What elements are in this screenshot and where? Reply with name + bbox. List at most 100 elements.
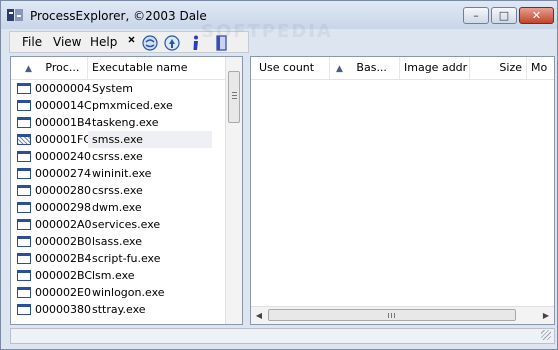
process-window-icon: [17, 253, 31, 264]
menu-view[interactable]: View: [53, 35, 81, 49]
column-header-image-addr-label: Image addr: [404, 61, 468, 74]
process-name: sttray.exe: [92, 303, 146, 316]
table-row[interactable]: 0000014C pmxmiced.exe: [11, 97, 225, 114]
process-id: 00000280: [35, 184, 91, 197]
process-window-icon: [17, 236, 31, 247]
table-row[interactable]: 00000298 dwm.exe: [11, 199, 225, 216]
process-window-icon: [17, 168, 31, 179]
process-window-icon: [17, 117, 31, 128]
table-row[interactable]: 00000004 System: [11, 80, 225, 97]
scroll-left-icon[interactable]: ◀: [251, 307, 267, 324]
maximize-icon: □: [498, 9, 510, 22]
process-list-header: ▲ Proc... Executable name: [11, 57, 242, 80]
process-window-icon: [17, 202, 31, 213]
process-name: smss.exe: [88, 131, 212, 148]
table-row[interactable]: 00000380 sttray.exe: [11, 301, 225, 318]
table-row[interactable]: 000002A0 services.exe: [11, 216, 225, 233]
column-header-size[interactable]: Size: [470, 57, 527, 79]
process-name: taskeng.exe: [92, 116, 159, 129]
process-name: dwm.exe: [92, 201, 142, 214]
process-name: script-fu.exe: [92, 252, 161, 265]
table-row[interactable]: 000002B4 script-fu.exe: [11, 250, 225, 267]
process-window-icon: [17, 134, 31, 145]
column-header-base[interactable]: ▲ Bas...: [330, 57, 400, 79]
process-name: winlogon.exe: [92, 286, 165, 299]
process-name: wininit.exe: [92, 167, 152, 180]
sort-ascending-icon: ▲: [336, 64, 343, 74]
column-header-use-count-label: Use count: [259, 61, 315, 74]
process-name: pmxmiced.exe: [92, 99, 173, 112]
process-window-icon: [17, 185, 31, 196]
process-window-icon: [17, 83, 31, 94]
column-header-image-addr[interactable]: Image addr: [400, 57, 470, 79]
process-rows: 00000004 System 0000014C pmxmiced.exe 000001…: [11, 80, 225, 318]
scroll-thumb[interactable]: [228, 71, 240, 123]
process-window-icon: [17, 304, 31, 315]
column-header-use-count[interactable]: Use count: [251, 57, 330, 79]
watermark: SOFTPEDIA: [201, 21, 333, 42]
app-window: ProcessExplorer, ©2003 Dale – □ ✕ File V…: [0, 0, 558, 350]
column-header-mo[interactable]: Mo: [527, 57, 554, 79]
vertical-scrollbar[interactable]: [225, 57, 242, 324]
horizontal-scroll-thumb[interactable]: [268, 309, 516, 321]
process-id: 000002E0: [35, 286, 91, 299]
window-title: ProcessExplorer, ©2003 Dale: [30, 9, 207, 23]
process-name: lsass.exe: [92, 235, 142, 248]
column-header-process-label: Proc...: [45, 61, 80, 74]
column-header-size-label: Size: [499, 61, 522, 74]
process-id: 000002B4: [35, 252, 92, 265]
status-bar: [10, 328, 555, 344]
resize-grip-icon[interactable]: [541, 330, 551, 340]
horizontal-scrollbar[interactable]: ◀ ▶: [251, 306, 554, 324]
process-window-icon: [17, 270, 31, 281]
minimize-icon: –: [473, 9, 479, 22]
process-id: 00000274: [35, 167, 91, 180]
column-header-base-label: Bas...: [356, 61, 387, 74]
process-id: 00000298: [35, 201, 91, 214]
process-name: System: [92, 82, 134, 95]
process-id: 00000240: [35, 150, 91, 163]
menu-file[interactable]: File: [22, 35, 42, 49]
table-row[interactable]: 00000240 csrss.exe: [11, 148, 225, 165]
column-header-process[interactable]: ▲ Proc...: [11, 57, 88, 79]
table-row[interactable]: 000002BC lsm.exe: [11, 267, 225, 284]
table-row[interactable]: 00000274 wininit.exe: [11, 165, 225, 182]
process-id: 000001FC: [35, 133, 91, 146]
process-window-icon: [17, 151, 31, 162]
process-id: 000002BC: [35, 269, 93, 282]
module-list-header: Use count ▲ Bas... Image addr Size Mo: [251, 57, 554, 80]
minimize-button[interactable]: –: [463, 7, 489, 24]
sort-ascending-icon: ▲: [25, 64, 32, 74]
process-name: csrss.exe: [92, 150, 143, 163]
process-window-icon: [17, 287, 31, 298]
scroll-right-icon[interactable]: ▶: [538, 307, 554, 324]
process-id: 000001B4: [35, 116, 92, 129]
find-icon[interactable]: [163, 34, 181, 52]
process-id: 000002B0: [35, 235, 92, 248]
process-id: 0000014C: [35, 99, 92, 112]
app-icon: [7, 9, 23, 21]
column-header-executable[interactable]: Executable name: [88, 57, 226, 79]
table-row[interactable]: 000002E0 winlogon.exe: [11, 284, 225, 301]
table-row[interactable]: 000001FC smss.exe: [11, 131, 225, 148]
process-window-icon: [17, 100, 31, 111]
process-list[interactable]: ▲ Proc... Executable name 00000004 System…: [10, 56, 243, 325]
close-button[interactable]: ✕: [519, 7, 554, 24]
process-name: lsm.exe: [92, 269, 135, 282]
process-id: 00000380: [35, 303, 91, 316]
module-list[interactable]: Use count ▲ Bas... Image addr Size Mo ◀: [250, 56, 555, 325]
maximize-button[interactable]: □: [491, 7, 517, 24]
process-id: 000002A0: [35, 218, 92, 231]
table-row[interactable]: 000001B4 taskeng.exe: [11, 114, 225, 131]
menu-help[interactable]: Help: [90, 35, 117, 49]
table-row[interactable]: 000002B0 lsass.exe: [11, 233, 225, 250]
column-header-mo-label: Mo: [531, 61, 548, 74]
process-name: services.exe: [92, 218, 161, 231]
close-icon: ✕: [531, 9, 542, 22]
refresh-icon[interactable]: [141, 34, 159, 52]
process-window-icon: [17, 219, 31, 230]
table-row[interactable]: 00000280 csrss.exe: [11, 182, 225, 199]
process-id: 00000004: [35, 82, 91, 95]
column-header-executable-label: Executable name: [92, 61, 188, 74]
process-name: csrss.exe: [92, 184, 143, 197]
